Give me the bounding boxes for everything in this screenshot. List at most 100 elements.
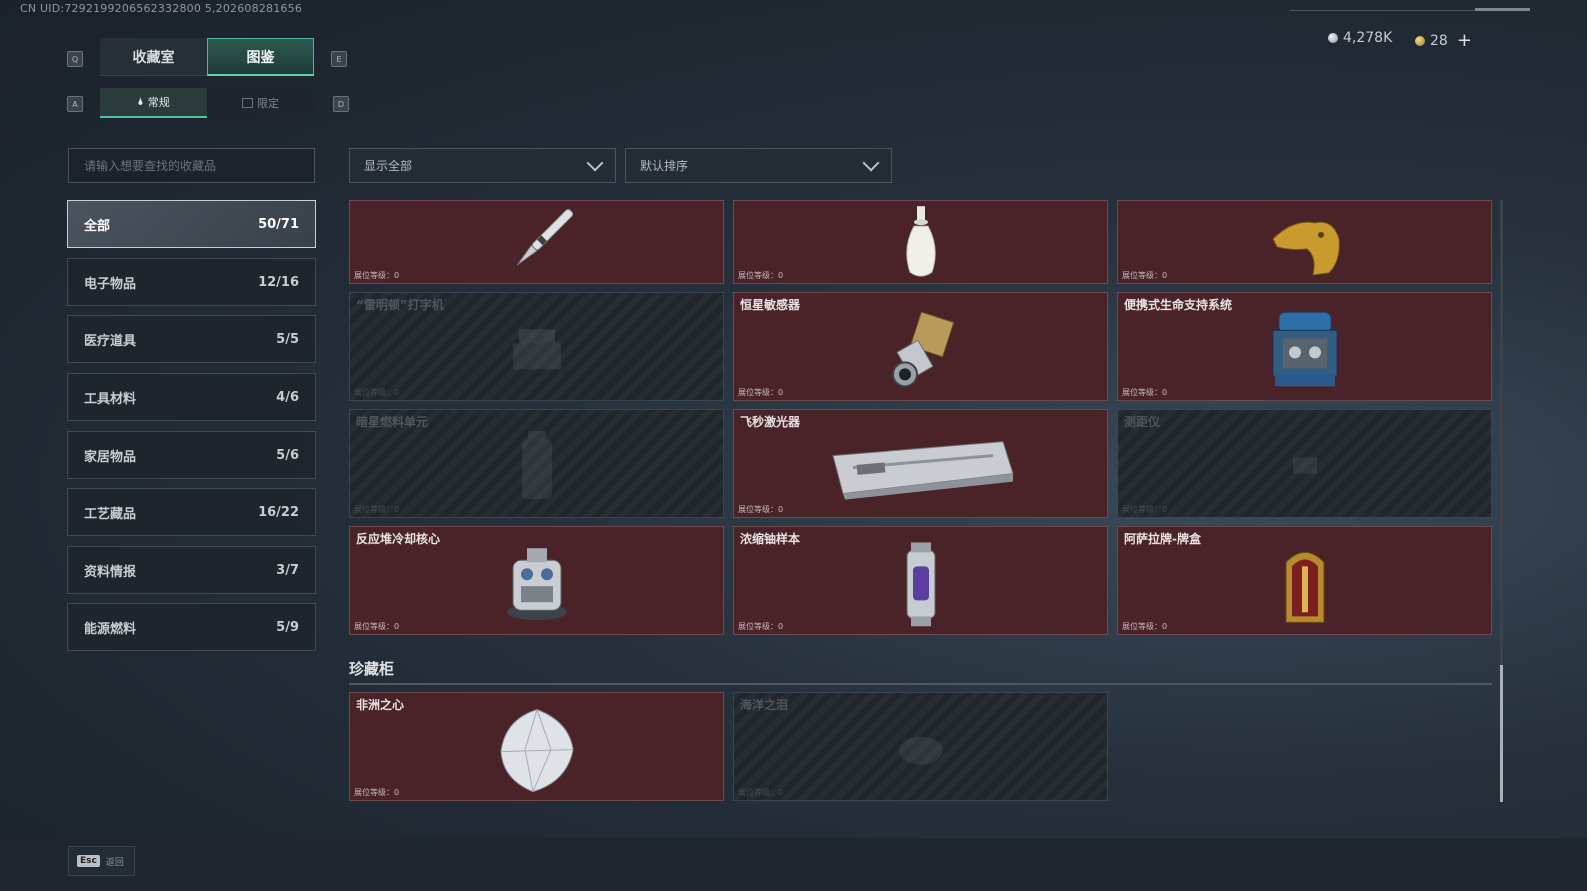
chevron-down-icon (862, 154, 880, 171)
section-divider (349, 683, 1492, 685)
category-medical[interactable]: 医疗道具 5/5 (67, 315, 316, 363)
limited-icon (242, 98, 253, 108)
top-indicator (1475, 8, 1530, 11)
cabinet-title: 珍藏柜 (349, 660, 395, 678)
item-card[interactable]: 展位等级：0 (1117, 200, 1492, 284)
category-energy[interactable]: 能源燃料 5/9 (67, 603, 316, 651)
gold-currency: 28 + (1415, 30, 1472, 51)
filter-dropdown[interactable]: 显示全部 (349, 148, 616, 183)
subtab-limited[interactable]: 限定 (207, 88, 314, 118)
category-household[interactable]: 家居物品 5/6 (67, 431, 316, 479)
fuel-cell-icon (521, 430, 552, 499)
typewriter-icon (512, 328, 561, 369)
category-crafts[interactable]: 工艺藏品 16/22 (67, 488, 316, 536)
category-count: 12/16 (258, 274, 299, 290)
category-count: 5/9 (276, 619, 299, 635)
category-label: 全部 (84, 218, 111, 234)
item-card[interactable]: 浓缩铀样本 展位等级：0 (733, 526, 1108, 635)
item-name: 恒星敏感器 (740, 298, 801, 312)
item-card[interactable]: 便携式生命支持系统 展位等级：0 (1117, 292, 1492, 401)
tab-collection-room[interactable]: 收藏室 (100, 38, 207, 76)
category-label: 家居物品 (84, 449, 137, 465)
category-label: 资料情报 (84, 564, 137, 580)
display-level: 展位等级：0 (1122, 505, 1168, 514)
sub-tabs: 🌢 常规 限定 (100, 88, 314, 118)
item-card[interactable]: 飞秒激光器 展位等级：0 (733, 409, 1108, 518)
cabinet-item-card-locked[interactable]: 海洋之泪 展位等级：0 (733, 692, 1108, 801)
gold-amount: 28 (1430, 32, 1448, 49)
regular-icon: 🌢 (137, 95, 144, 108)
key-hint-e: E (331, 51, 347, 67)
item-name: 反应堆冷却核心 (356, 532, 441, 546)
item-card-locked[interactable]: “雷明顿”打字机 展位等级：0 (349, 292, 724, 401)
star-sensor-icon (891, 310, 954, 387)
item-card[interactable]: 恒星敏感器 展位等级：0 (733, 292, 1108, 401)
display-level: 展位等级：0 (354, 271, 400, 280)
item-name: 阿萨拉牌-牌盒 (1124, 532, 1201, 546)
gold-coin-icon (1415, 35, 1425, 46)
back-label: 返回 (105, 857, 124, 868)
subtab-regular[interactable]: 🌢 常规 (100, 88, 207, 118)
display-level: 展位等级：0 (738, 788, 784, 797)
laser-case-icon (831, 440, 1014, 500)
back-button[interactable]: Esc 返回 (68, 846, 135, 876)
display-level: 展位等级：0 (1122, 271, 1168, 280)
display-level: 展位等级：0 (354, 788, 400, 797)
cabinet-item-card[interactable]: 非洲之心 展位等级：0 (349, 692, 724, 801)
uid-text: CN UID:7292199206562332800 5,20260828165… (20, 2, 303, 15)
filter-value: 显示全部 (364, 159, 413, 173)
silver-amount: 4,278K (1343, 30, 1393, 46)
category-count: 5/6 (276, 447, 299, 463)
silver-currency: 4,278K (1328, 30, 1392, 46)
tab-catalog[interactable]: 图鉴 (207, 38, 314, 76)
display-level: 展位等级：0 (738, 388, 784, 397)
subtab-limited-label: 限定 (257, 97, 279, 110)
category-all[interactable]: 全部 50/71 (67, 200, 316, 248)
category-tools[interactable]: 工具材料 4/6 (67, 373, 316, 421)
item-name: 便携式生命支持系统 (1124, 298, 1233, 312)
esc-key-hint: Esc (77, 855, 100, 867)
display-level: 展位等级：0 (738, 505, 784, 514)
item-card[interactable]: 阿萨拉牌-牌盒 展位等级：0 (1117, 526, 1492, 635)
rangefinder-icon (1292, 457, 1317, 474)
item-name: 海洋之泪 (740, 698, 789, 712)
item-card[interactable]: 反应堆冷却核心 展位等级：0 (349, 526, 724, 635)
category-count: 4/6 (276, 389, 299, 405)
search-box (68, 148, 315, 183)
scrollbar-thumb[interactable] (1500, 665, 1503, 802)
key-hint-d: D (333, 96, 349, 112)
item-card-locked[interactable]: 暗星燃料单元 展位等级：0 (349, 409, 724, 518)
item-card-locked[interactable]: 测距仪 展位等级：0 (1117, 409, 1492, 518)
chevron-down-icon (586, 154, 604, 171)
bottom-bar (0, 838, 1587, 891)
item-name: 测距仪 (1124, 415, 1161, 429)
category-count: 16/22 (258, 504, 299, 520)
display-level: 展位等级：0 (738, 622, 784, 631)
golden-horse-head-icon (1271, 221, 1340, 276)
item-name: 非洲之心 (356, 698, 405, 712)
category-electronics[interactable]: 电子物品 12/16 (67, 258, 316, 306)
item-name: 浓缩铀样本 (740, 532, 801, 546)
display-level: 展位等级：0 (1122, 388, 1168, 397)
item-card[interactable]: 展位等级：0 (349, 200, 724, 284)
category-intel[interactable]: 资料情报 3/7 (67, 546, 316, 594)
item-name: 暗星燃料单元 (356, 415, 429, 429)
sort-dropdown[interactable]: 默认排序 (625, 148, 892, 183)
display-level: 展位等级：0 (354, 505, 400, 514)
search-input[interactable] (82, 157, 306, 174)
category-label: 医疗道具 (84, 333, 137, 349)
main-tabs: 收藏室 图鉴 (100, 38, 314, 76)
add-currency-button[interactable]: + (1457, 30, 1472, 51)
card-box-icon (1285, 551, 1324, 623)
category-label: 电子物品 (84, 276, 137, 292)
silver-coin-icon (1328, 33, 1338, 43)
category-label: 工具材料 (84, 391, 137, 407)
item-name: “雷明顿”打字机 (356, 298, 444, 312)
display-level: 展位等级：0 (1122, 622, 1168, 631)
ocean-tear-icon (898, 736, 943, 765)
fountain-pen-icon (516, 209, 573, 266)
item-card[interactable]: 展位等级：0 (733, 200, 1108, 284)
key-hint-q: Q (67, 51, 83, 67)
display-level: 展位等级：0 (738, 271, 784, 280)
subtab-regular-label: 常规 (147, 96, 170, 109)
